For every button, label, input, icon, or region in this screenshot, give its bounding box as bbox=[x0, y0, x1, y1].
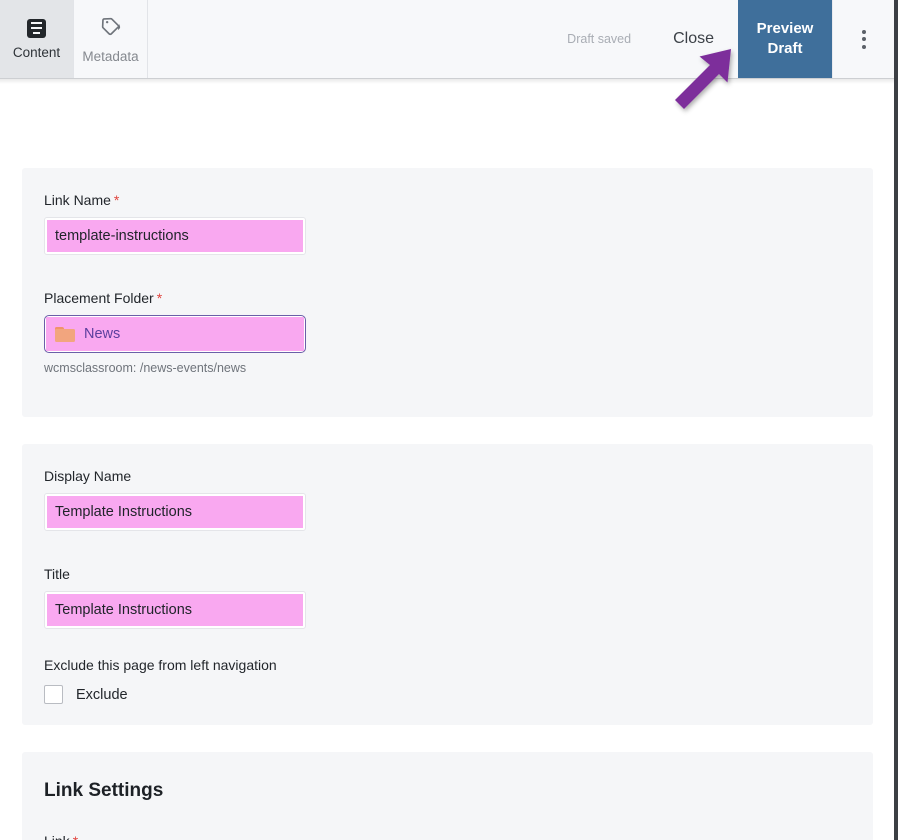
placement-folder-label: Placement Folder * bbox=[44, 290, 851, 306]
field-placement-folder: Placement Folder * News wcmsclassroom: /n… bbox=[44, 290, 851, 375]
editor-window: Content Metadata Draft saved Close Previ… bbox=[0, 0, 898, 840]
placement-folder-input[interactable]: News bbox=[44, 315, 306, 353]
display-name-label: Display Name bbox=[44, 468, 132, 484]
close-button[interactable]: Close bbox=[649, 0, 738, 78]
title-label: Title bbox=[44, 566, 70, 582]
link-settings-heading: Link Settings bbox=[44, 780, 164, 801]
editor-toolbar: Content Metadata Draft saved Close Previ… bbox=[0, 0, 894, 84]
field-title: Title Template Instructions bbox=[44, 566, 851, 629]
display-name-input-value[interactable]: Template Instructions bbox=[47, 496, 303, 528]
required-asterisk: * bbox=[156, 290, 163, 306]
exclude-checkbox-row[interactable]: Exclude bbox=[44, 685, 851, 704]
placement-folder-help-text: wcmsclassroom: /news-events/news bbox=[44, 361, 247, 375]
tab-content-label: Content bbox=[12, 44, 61, 60]
link-label: Link* bbox=[44, 833, 851, 840]
field-link-name: Link Name * template-instructions bbox=[44, 192, 851, 255]
folder-icon bbox=[55, 326, 75, 342]
tab-content[interactable]: Content bbox=[0, 0, 74, 78]
card-basics: Link Name * template-instructions Placeme… bbox=[22, 168, 873, 417]
preview-draft-button[interactable]: Preview Draft bbox=[738, 0, 832, 78]
placement-folder-input-value[interactable]: News bbox=[46, 317, 304, 351]
field-exclude: Exclude this page from left navigation E… bbox=[44, 657, 851, 704]
card-display: Display Name Template Instructions Title… bbox=[22, 444, 873, 725]
tag-icon bbox=[100, 15, 122, 42]
placement-folder-label-text: Placement Folder bbox=[44, 290, 154, 306]
preview-draft-label-line2: Draft bbox=[767, 40, 803, 57]
display-name-input[interactable]: Template Instructions bbox=[44, 493, 306, 531]
link-name-label-text: Link Name bbox=[44, 192, 111, 208]
card-link-settings: Link Settings Link* wcmsclassroom/news-e… bbox=[22, 752, 873, 840]
link-name-input[interactable]: template-instructions bbox=[44, 217, 306, 255]
field-display-name: Display Name Template Instructions bbox=[44, 468, 851, 531]
content-lines-icon bbox=[27, 18, 46, 38]
kebab-dot bbox=[861, 37, 866, 41]
required-asterisk: * bbox=[113, 192, 120, 208]
overflow-menu-button[interactable] bbox=[832, 0, 894, 78]
tab-metadata-label: Metadata bbox=[82, 48, 139, 64]
editor-form-area: Link Name * template-instructions Placeme… bbox=[0, 79, 894, 840]
tab-metadata[interactable]: Metadata bbox=[74, 0, 148, 78]
kebab-dot bbox=[861, 44, 866, 49]
preview-draft-label-line1: Preview bbox=[756, 19, 814, 37]
link-name-label: Link Name * bbox=[44, 192, 851, 208]
link-label-text: Link bbox=[44, 833, 70, 840]
exclude-checkbox[interactable] bbox=[44, 685, 63, 704]
exclude-label: Exclude this page from left navigation bbox=[44, 657, 277, 673]
title-input[interactable]: Template Instructions bbox=[44, 591, 306, 629]
field-link: Link* wcmsclassroom/news-events/news/tem… bbox=[44, 833, 851, 840]
required-asterisk: * bbox=[73, 833, 78, 840]
placement-folder-value-text: News bbox=[84, 326, 121, 342]
kebab-dot bbox=[861, 29, 866, 34]
title-input-value[interactable]: Template Instructions bbox=[47, 594, 303, 626]
toolbar-actions: Draft saved Close Preview Draft bbox=[549, 0, 894, 78]
exclude-checkbox-label: Exclude bbox=[76, 686, 128, 703]
link-name-input-value[interactable]: template-instructions bbox=[47, 220, 303, 252]
draft-status: Draft saved bbox=[567, 32, 632, 46]
